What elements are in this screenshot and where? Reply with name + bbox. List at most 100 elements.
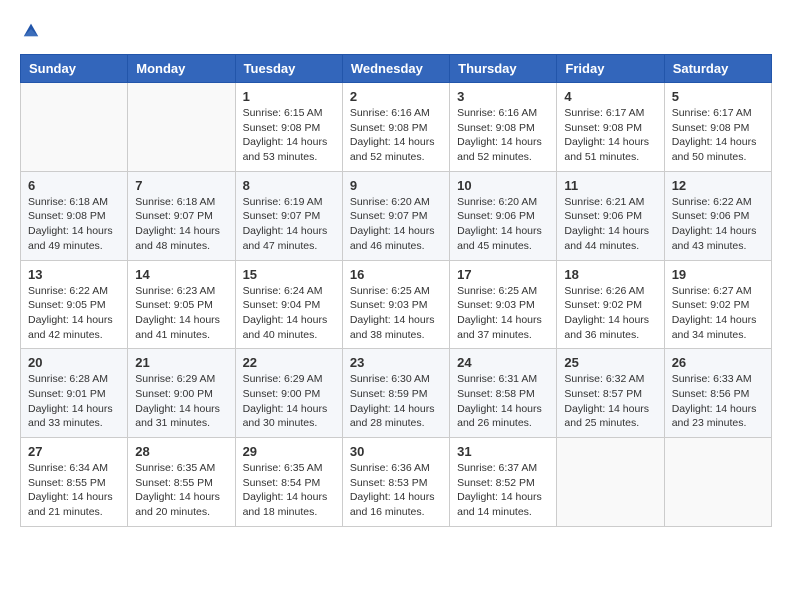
day-detail: Sunrise: 6:24 AMSunset: 9:04 PMDaylight:… — [243, 284, 335, 343]
day-number: 17 — [457, 267, 549, 282]
day-of-week-header: Monday — [128, 55, 235, 83]
calendar-day-cell: 5 Sunrise: 6:17 AMSunset: 9:08 PMDaylight… — [664, 83, 771, 172]
calendar-day-cell: 14Sunrise: 6:23 AMSunset: 9:05 PMDayligh… — [128, 260, 235, 349]
day-number: 18 — [564, 267, 656, 282]
calendar-day-cell — [557, 438, 664, 527]
day-detail: Sunrise: 6:28 AMSunset: 9:01 PMDaylight:… — [28, 372, 120, 431]
day-number: 5 — [672, 89, 764, 104]
day-number: 31 — [457, 444, 549, 459]
day-number: 20 — [28, 355, 120, 370]
day-detail: Sunrise: 6:18 AMSunset: 9:07 PMDaylight:… — [135, 195, 227, 254]
calendar-day-cell: 13 Sunrise: 6:22 AMSunset: 9:05 PMDayligh… — [21, 260, 128, 349]
calendar-day-cell — [664, 438, 771, 527]
day-number: 11 — [564, 178, 656, 193]
page-header — [20, 20, 772, 38]
day-detail: Sunrise: 6:20 AMSunset: 9:06 PMDaylight:… — [457, 195, 549, 254]
calendar-day-cell: 10Sunrise: 6:20 AMSunset: 9:06 PMDayligh… — [450, 171, 557, 260]
day-number: 13 — [28, 267, 120, 282]
day-detail: Sunrise: 6:16 AMSunset: 9:08 PMDaylight:… — [457, 106, 549, 165]
day-number: 21 — [135, 355, 227, 370]
day-number: 2 — [350, 89, 442, 104]
day-number: 6 — [28, 178, 120, 193]
day-detail: Sunrise: 6:27 AMSunset: 9:02 PMDaylight:… — [672, 284, 764, 343]
day-number: 28 — [135, 444, 227, 459]
calendar-day-cell: 27 Sunrise: 6:34 AMSunset: 8:55 PMDayligh… — [21, 438, 128, 527]
calendar-week-row: 27 Sunrise: 6:34 AMSunset: 8:55 PMDayligh… — [21, 438, 772, 527]
day-number: 26 — [672, 355, 764, 370]
calendar-day-cell: 26 Sunrise: 6:33 AMSunset: 8:56 PMDayligh… — [664, 349, 771, 438]
day-detail: Sunrise: 6:31 AMSunset: 8:58 PMDaylight:… — [457, 372, 549, 431]
day-of-week-header: Friday — [557, 55, 664, 83]
day-of-week-header: Saturday — [664, 55, 771, 83]
calendar-day-cell: 15 Sunrise: 6:24 AMSunset: 9:04 PMDayligh… — [235, 260, 342, 349]
logo-icon — [22, 20, 40, 38]
calendar-week-row: 13 Sunrise: 6:22 AMSunset: 9:05 PMDayligh… — [21, 260, 772, 349]
day-detail: Sunrise: 6:19 AMSunset: 9:07 PMDaylight:… — [243, 195, 335, 254]
calendar-day-cell: 25 Sunrise: 6:32 AMSunset: 8:57 PMDayligh… — [557, 349, 664, 438]
day-detail: Sunrise: 6:33 AMSunset: 8:56 PMDaylight:… — [672, 372, 764, 431]
day-of-week-header: Wednesday — [342, 55, 449, 83]
day-detail: Sunrise: 6:35 AMSunset: 8:54 PMDaylight:… — [243, 461, 335, 520]
day-detail: Sunrise: 6:20 AMSunset: 9:07 PMDaylight:… — [350, 195, 442, 254]
day-number: 30 — [350, 444, 442, 459]
calendar-day-cell — [128, 83, 235, 172]
day-detail: Sunrise: 6:15 AMSunset: 9:08 PMDaylight:… — [243, 106, 335, 165]
day-detail: Sunrise: 6:17 AMSunset: 9:08 PMDaylight:… — [672, 106, 764, 165]
calendar-day-cell: 3Sunrise: 6:16 AMSunset: 9:08 PMDaylight… — [450, 83, 557, 172]
day-number: 22 — [243, 355, 335, 370]
day-of-week-header: Sunday — [21, 55, 128, 83]
day-detail: Sunrise: 6:29 AMSunset: 9:00 PMDaylight:… — [135, 372, 227, 431]
calendar-day-cell: 11 Sunrise: 6:21 AMSunset: 9:06 PMDayligh… — [557, 171, 664, 260]
calendar-day-cell: 19 Sunrise: 6:27 AMSunset: 9:02 PMDayligh… — [664, 260, 771, 349]
day-detail: Sunrise: 6:25 AMSunset: 9:03 PMDaylight:… — [350, 284, 442, 343]
calendar-day-cell: 30 Sunrise: 6:36 AMSunset: 8:53 PMDayligh… — [342, 438, 449, 527]
day-number: 15 — [243, 267, 335, 282]
calendar-day-cell: 20 Sunrise: 6:28 AMSunset: 9:01 PMDayligh… — [21, 349, 128, 438]
day-number: 1 — [243, 89, 335, 104]
day-detail: Sunrise: 6:34 AMSunset: 8:55 PMDaylight:… — [28, 461, 120, 520]
calendar-week-row: 1 Sunrise: 6:15 AMSunset: 9:08 PMDaylight… — [21, 83, 772, 172]
day-detail: Sunrise: 6:26 AMSunset: 9:02 PMDaylight:… — [564, 284, 656, 343]
day-of-week-header: Tuesday — [235, 55, 342, 83]
calendar-day-cell: 22Sunrise: 6:29 AMSunset: 9:00 PMDayligh… — [235, 349, 342, 438]
day-detail: Sunrise: 6:23 AMSunset: 9:05 PMDaylight:… — [135, 284, 227, 343]
day-detail: Sunrise: 6:17 AMSunset: 9:08 PMDaylight:… — [564, 106, 656, 165]
day-detail: Sunrise: 6:18 AMSunset: 9:08 PMDaylight:… — [28, 195, 120, 254]
day-detail: Sunrise: 6:21 AMSunset: 9:06 PMDaylight:… — [564, 195, 656, 254]
calendar-day-cell: 31Sunrise: 6:37 AMSunset: 8:52 PMDayligh… — [450, 438, 557, 527]
calendar-day-cell: 4 Sunrise: 6:17 AMSunset: 9:08 PMDaylight… — [557, 83, 664, 172]
calendar-day-cell: 24 Sunrise: 6:31 AMSunset: 8:58 PMDayligh… — [450, 349, 557, 438]
calendar-day-cell: 29 Sunrise: 6:35 AMSunset: 8:54 PMDayligh… — [235, 438, 342, 527]
day-number: 24 — [457, 355, 549, 370]
day-detail: Sunrise: 6:25 AMSunset: 9:03 PMDaylight:… — [457, 284, 549, 343]
calendar-day-cell: 6 Sunrise: 6:18 AMSunset: 9:08 PMDaylight… — [21, 171, 128, 260]
calendar-day-cell: 7 Sunrise: 6:18 AMSunset: 9:07 PMDaylight… — [128, 171, 235, 260]
day-number: 4 — [564, 89, 656, 104]
day-detail: Sunrise: 6:30 AMSunset: 8:59 PMDaylight:… — [350, 372, 442, 431]
day-detail: Sunrise: 6:36 AMSunset: 8:53 PMDaylight:… — [350, 461, 442, 520]
day-number: 8 — [243, 178, 335, 193]
calendar-week-row: 6 Sunrise: 6:18 AMSunset: 9:08 PMDaylight… — [21, 171, 772, 260]
calendar-header-row: SundayMondayTuesdayWednesdayThursdayFrid… — [21, 55, 772, 83]
day-number: 7 — [135, 178, 227, 193]
day-detail: Sunrise: 6:16 AMSunset: 9:08 PMDaylight:… — [350, 106, 442, 165]
day-number: 19 — [672, 267, 764, 282]
day-number: 23 — [350, 355, 442, 370]
day-number: 29 — [243, 444, 335, 459]
calendar-day-cell: 2 Sunrise: 6:16 AMSunset: 9:08 PMDaylight… — [342, 83, 449, 172]
calendar-day-cell: 8 Sunrise: 6:19 AMSunset: 9:07 PMDaylight… — [235, 171, 342, 260]
calendar-day-cell: 21 Sunrise: 6:29 AMSunset: 9:00 PMDayligh… — [128, 349, 235, 438]
day-number: 16 — [350, 267, 442, 282]
calendar-day-cell: 12 Sunrise: 6:22 AMSunset: 9:06 PMDayligh… — [664, 171, 771, 260]
calendar-day-cell: 9Sunrise: 6:20 AMSunset: 9:07 PMDaylight… — [342, 171, 449, 260]
calendar-day-cell: 17 Sunrise: 6:25 AMSunset: 9:03 PMDayligh… — [450, 260, 557, 349]
day-number: 27 — [28, 444, 120, 459]
day-detail: Sunrise: 6:32 AMSunset: 8:57 PMDaylight:… — [564, 372, 656, 431]
day-detail: Sunrise: 6:22 AMSunset: 9:05 PMDaylight:… — [28, 284, 120, 343]
day-number: 25 — [564, 355, 656, 370]
calendar-day-cell: 1 Sunrise: 6:15 AMSunset: 9:08 PMDaylight… — [235, 83, 342, 172]
calendar-day-cell: 18 Sunrise: 6:26 AMSunset: 9:02 PMDayligh… — [557, 260, 664, 349]
calendar-day-cell — [21, 83, 128, 172]
day-number: 12 — [672, 178, 764, 193]
day-detail: Sunrise: 6:22 AMSunset: 9:06 PMDaylight:… — [672, 195, 764, 254]
